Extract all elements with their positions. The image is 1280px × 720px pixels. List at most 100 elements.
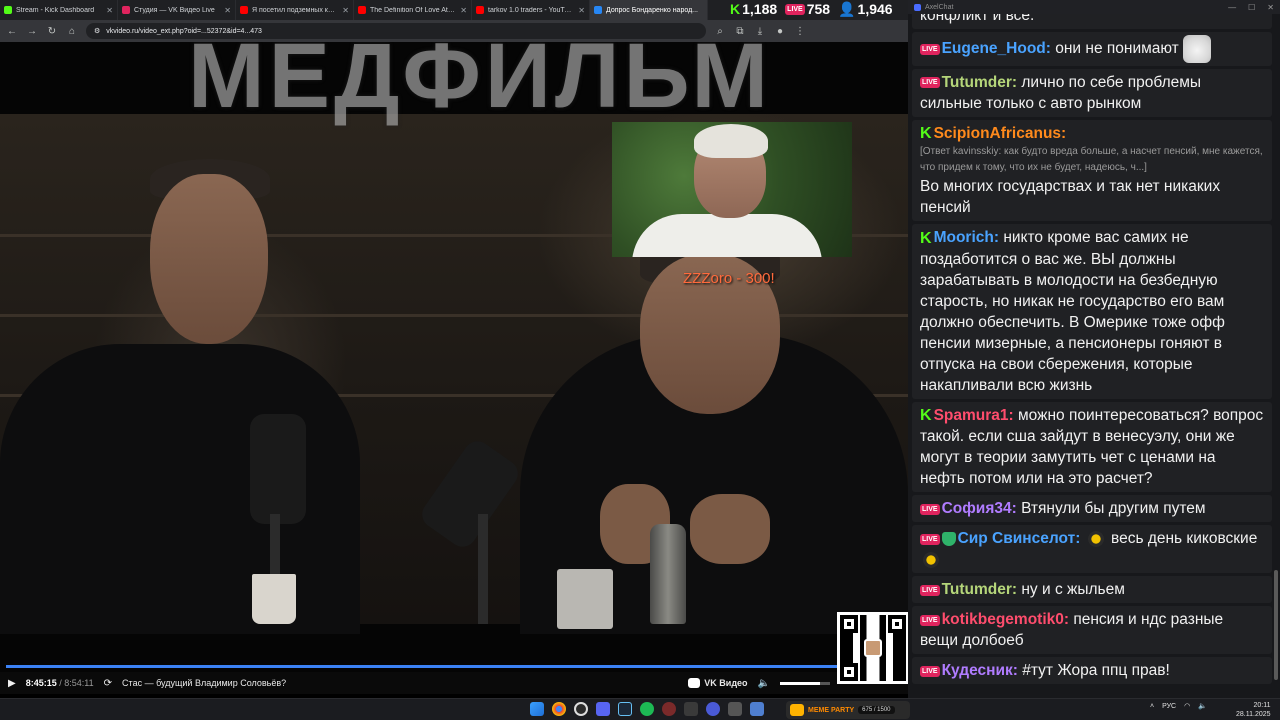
extensions-icon[interactable]: ⧉ (734, 26, 746, 37)
maximize-icon[interactable]: ☐ (1248, 3, 1255, 12)
reload-icon[interactable]: ↻ (46, 26, 58, 37)
volume-icon[interactable]: 🔈 (758, 678, 770, 689)
browser-tab[interactable]: tarkov 1.0 traders - YouTube ✕ (472, 0, 590, 20)
close-tab-icon[interactable]: ✕ (106, 6, 113, 15)
playlist-icon[interactable]: ⟳ (104, 678, 112, 689)
pip-webcam (612, 122, 852, 257)
youtube-favicon-icon (240, 6, 248, 14)
close-tab-icon[interactable]: ✕ (342, 6, 349, 15)
discord-icon[interactable] (596, 702, 610, 716)
site-info-icon[interactable]: ⚙ (94, 27, 100, 35)
obs-icon[interactable] (574, 702, 588, 716)
app-icon[interactable] (750, 702, 764, 716)
app-icon[interactable] (706, 702, 720, 716)
vk-live-badge-icon: LIVE (920, 503, 940, 515)
close-tab-icon[interactable]: ✕ (224, 6, 231, 15)
steam-icon[interactable] (618, 702, 632, 716)
close-icon[interactable]: ✕ (1267, 3, 1274, 12)
cup (252, 574, 296, 624)
chat-nick[interactable]: Eugene_Hood: (942, 40, 1051, 57)
zoom-icon[interactable]: ⌕ (714, 26, 726, 37)
mic-arm (478, 514, 488, 624)
forward-icon[interactable]: → (26, 26, 38, 37)
chat-messages[interactable]: конфликт и всё. LIVE Eugene_Hood: они не … (912, 14, 1272, 698)
vk-viewer-count: LIVE 758 (785, 1, 831, 17)
chat-nick[interactable]: Сир Свинселот: (958, 530, 1081, 547)
total-viewer-count: 👤 1,946 (838, 0, 893, 18)
left-person-head (150, 174, 268, 344)
play-icon[interactable]: ▶ (8, 678, 16, 689)
close-tab-icon[interactable]: ✕ (460, 6, 467, 15)
left-person-body (0, 344, 360, 634)
vk-live-badge-icon: LIVE (920, 614, 940, 626)
chat-nick[interactable]: Tutumder: (942, 581, 1017, 598)
tray-chevron-icon[interactable]: ˄ (1150, 703, 1154, 710)
home-icon[interactable]: ⌂ (66, 26, 78, 37)
chat-nick[interactable]: kotikbegemotik0: (942, 611, 1069, 628)
browser-tab[interactable]: Я посетил подземных кротолю✕ (236, 0, 354, 20)
chrome-icon[interactable] (552, 702, 566, 716)
person-icon: 👤 (838, 0, 856, 17)
taskbar-clock[interactable]: 20:11 28.11.2025 (1236, 701, 1271, 719)
chat-scrollbar[interactable] (1274, 570, 1278, 680)
volume-slider[interactable] (780, 681, 830, 685)
chat-text: весь день киковские (1111, 530, 1258, 548)
device (557, 569, 613, 629)
video-progress-bar[interactable] (6, 665, 908, 668)
browser-tab[interactable]: The Definition Of Love At First ✕ (354, 0, 472, 20)
chat-message-partial: конфликт и всё. (912, 14, 1272, 29)
chat-nick[interactable]: Tutumder: (942, 74, 1017, 91)
time-readout: 8:45:15 / 8:54:11 (26, 678, 94, 688)
microphone (416, 435, 524, 553)
speaker-icon[interactable]: 🔈 (1198, 702, 1207, 710)
chat-nick[interactable]: ScipionAfricanus: (934, 125, 1067, 142)
qr-center-avatar (864, 639, 882, 657)
menu-icon[interactable]: ⋮ (794, 26, 806, 37)
vk-video-brand[interactable]: VK Видео (688, 678, 748, 688)
bottle (650, 524, 686, 624)
app-icon[interactable] (728, 702, 742, 716)
donation-alert: ZZZoro - 300! (683, 270, 775, 287)
chat-titlebar: AxelChat — ☐ ✕ (908, 0, 1280, 14)
chat-text: Втянули бы другим путем (1021, 500, 1206, 518)
close-tab-icon[interactable]: ✕ (578, 6, 585, 15)
back-icon[interactable]: ← (6, 26, 18, 37)
app-icon[interactable] (684, 702, 698, 716)
time-duration: 8:54:11 (64, 678, 94, 688)
meme-party-counter: 675 / 1500 (858, 706, 895, 714)
chat-text: они не понимают (1055, 40, 1179, 58)
profile-icon[interactable]: ● (774, 26, 786, 37)
browser-tab[interactable]: Stream - Kick Dashboard ✕ (0, 0, 118, 20)
vk-logo-icon (688, 678, 701, 688)
app-icon[interactable] (662, 702, 676, 716)
chat-message: K ScipionAfricanus: [Ответ kavinsskiy: ка… (912, 120, 1272, 222)
language-indicator[interactable]: РУС (1162, 703, 1176, 710)
kick-viewer-count: K 1,188 (730, 1, 778, 17)
url-text: vkvideo.ru/video_ext.php?oid=...52372&id… (106, 27, 262, 35)
screen: Stream - Kick Dashboard ✕ Студия — VK Вид… (0, 0, 1280, 720)
qr-code (837, 612, 909, 684)
kick-icon: K (730, 1, 741, 17)
system-tray: ˄ РУС ◠ 🔈 (1150, 702, 1207, 711)
wifi-icon[interactable]: ◠ (1184, 702, 1190, 710)
spotify-icon[interactable] (640, 702, 654, 716)
chat-nick[interactable]: Moorich: (934, 229, 999, 246)
chat-nick[interactable]: Spamura1: (934, 407, 1014, 424)
address-bar[interactable]: ⚙ vkvideo.ru/video_ext.php?oid=...52372&… (86, 23, 706, 39)
windows-start-icon[interactable] (530, 702, 544, 716)
chat-nick[interactable]: София34: (942, 500, 1017, 517)
video-player[interactable]: МЕДФИЛЬМ ZZZoro - 300! (0, 42, 908, 672)
browser-tab-active[interactable]: Допрос Бондаренко народ... (590, 0, 708, 20)
chat-message: LIVE Tutumder: ну и с жыльем (912, 576, 1272, 604)
browser-tab[interactable]: Студия — VK Видео Live ✕ (118, 0, 236, 20)
chat-text: Во многих государствах и так нет никаких… (920, 178, 1221, 217)
video-title[interactable]: Стас — будущий Владимир Соловьёв? (122, 678, 286, 688)
minimize-icon[interactable]: — (1228, 3, 1236, 12)
chat-nick[interactable]: Кудесник: (942, 662, 1018, 679)
meme-party-widget[interactable]: MEME PARTY 675 / 1500 (786, 701, 910, 719)
download-icon[interactable]: ⤓ (754, 26, 766, 37)
chat-text: #тут Жора ппц прав! (1022, 662, 1170, 680)
vk-live-favicon-icon (122, 6, 130, 14)
stream-stats: K 1,188 LIVE 758 👤 1,946 (730, 0, 893, 18)
chat-text: никто кроме вас самих не поздаботится о … (920, 229, 1225, 394)
